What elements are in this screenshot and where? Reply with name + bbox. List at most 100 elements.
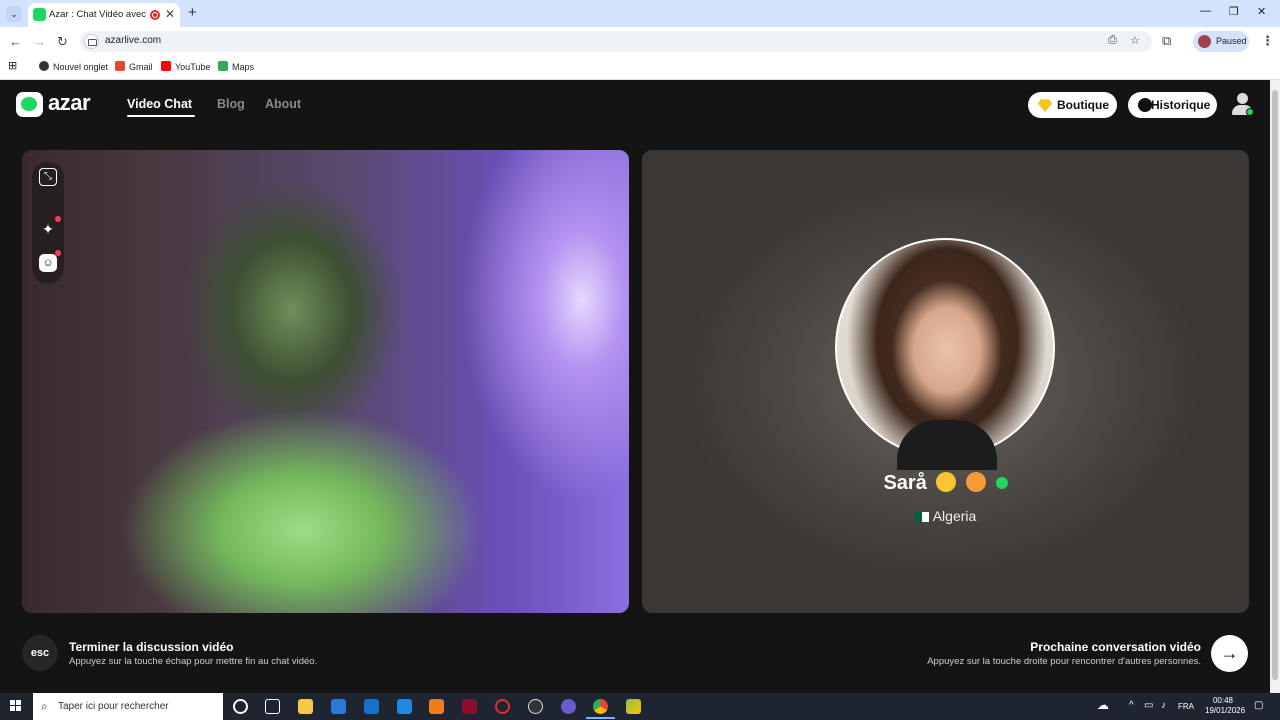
browser-tab[interactable]: Azar : Chat Vidéo avec de n ✕ (28, 3, 180, 27)
bookmark-star-icon[interactable]: ☆ (1130, 34, 1140, 47)
fullscreen-icon[interactable]: ⤡ (39, 168, 57, 186)
face-filter-icon[interactable]: ☺ (39, 254, 57, 272)
clock-icon (1138, 98, 1152, 112)
azar-logo-icon[interactable] (16, 92, 43, 117)
notification-dot (55, 216, 61, 222)
app-a-icon[interactable] (429, 699, 444, 714)
azar-logo-text[interactable]: azar (48, 90, 91, 116)
remote-video-feed: Sarå Algeria (642, 150, 1249, 613)
restore-icon[interactable]: ❐ (1229, 5, 1239, 18)
recording-icon (150, 10, 160, 20)
bookmark-label: Maps (232, 62, 255, 72)
network-icon[interactable]: ▭ (1144, 700, 1153, 711)
shop-button[interactable]: Boutique (1028, 92, 1117, 118)
bookmark-label: Gmail (129, 62, 153, 72)
nav-video-chat[interactable]: Video Chat (127, 97, 192, 111)
notifications-icon[interactable]: ▢ (1254, 700, 1263, 711)
reload-icon[interactable]: ↻ (57, 34, 68, 50)
bookmark-gmail[interactable]: Gmail (115, 61, 153, 72)
site-info-icon[interactable] (84, 34, 99, 49)
bookmark-new-tab[interactable]: Nouvel onglet (39, 61, 108, 72)
minimize-icon[interactable]: — (1200, 5, 1211, 17)
bookmark-label: YouTube (175, 62, 211, 72)
browser-tab-bar: ⌄ Azar : Chat Vidéo avec de n ✕ + — ❐ ✕ (0, 0, 1280, 27)
bookmark-youtube[interactable]: YouTube (161, 61, 210, 72)
end-chat-hint: Appuyez sur la touche échap pour mettre … (69, 656, 318, 667)
opera-icon[interactable] (495, 699, 510, 714)
weather-icon[interactable]: ☁ (1097, 698, 1109, 712)
arrow-right-icon: → (1220, 643, 1239, 663)
bookmark-maps[interactable]: Maps (218, 61, 254, 72)
azar-favicon-icon (33, 8, 46, 21)
extensions-icon[interactable]: ⧉ (1162, 33, 1171, 49)
page-scrollbar[interactable] (1270, 80, 1280, 693)
store-icon[interactable] (331, 699, 346, 714)
nav-about[interactable]: About (265, 97, 301, 111)
profile-button[interactable]: Paused (1193, 31, 1249, 52)
user-profile-icon[interactable] (1231, 93, 1254, 117)
forward-icon[interactable]: → (33, 34, 46, 49)
video-tools: ⤡ ✦ ☺ (32, 162, 64, 284)
apps-grid-icon[interactable]: ⊞ (8, 59, 17, 72)
end-chat-button[interactable]: esc (22, 635, 58, 671)
active-app-indicator (586, 717, 615, 719)
new-tab-icon[interactable]: + (188, 4, 197, 21)
remote-name: Sarå (883, 472, 927, 494)
close-window-icon[interactable]: ✕ (1257, 5, 1266, 18)
mail-app-icon[interactable] (364, 699, 379, 714)
task-view-icon[interactable] (265, 699, 280, 714)
maps-icon (218, 61, 228, 71)
self-video-feed: ⤡ ✦ ☺ (22, 150, 629, 613)
verified-badge-icon (995, 477, 1008, 489)
magic-wand-icon[interactable]: ✦ (39, 220, 57, 238)
history-button[interactable]: Historique (1128, 92, 1217, 118)
chrome-icon[interactable] (593, 699, 608, 714)
app-v-icon[interactable] (462, 699, 477, 714)
language-indicator[interactable]: FRA (1178, 702, 1194, 711)
url-text[interactable]: azarlive.com (105, 35, 161, 46)
volume-icon[interactable]: ♪ (1161, 700, 1166, 711)
next-chat-button[interactable]: → (1211, 635, 1248, 672)
scroll-thumb[interactable] (1272, 90, 1278, 680)
remote-country: Algeria (932, 508, 977, 524)
cortana-icon[interactable] (233, 699, 248, 714)
remote-avatar (835, 238, 1055, 470)
tab-title: Azar : Chat Vidéo avec de n (49, 9, 149, 20)
back-icon[interactable]: ← (9, 34, 22, 49)
algeria-flag-icon (914, 512, 929, 522)
profile-label: Paused (1216, 36, 1247, 46)
smile-halo-emoji-icon (936, 472, 957, 492)
shop-label: Boutique (1057, 98, 1109, 112)
tab-close-icon[interactable]: ✕ (165, 7, 175, 21)
search-icon: ⌕ (41, 699, 48, 713)
clock-date: 19/01/2026 (1205, 706, 1246, 715)
discord-icon[interactable] (561, 699, 576, 714)
bookmarks-bar: ⊞ Nouvel onglet Gmail YouTube Maps (0, 56, 1280, 80)
outlook-icon[interactable] (397, 699, 412, 714)
online-status-dot (1246, 108, 1254, 116)
youtube-icon (161, 61, 171, 71)
remote-name-row: Sarå (642, 472, 1249, 495)
taskbar-search[interactable]: ⌕ Taper ici pour rechercher (33, 693, 223, 720)
tab-search-icon[interactable]: ⌄ (6, 6, 22, 22)
tray-expand-icon[interactable]: ^ (1129, 700, 1134, 711)
heart-eyes-emoji-icon (965, 472, 986, 492)
gmail-icon (115, 61, 125, 71)
install-app-icon[interactable]: ⎙ (1108, 34, 1117, 47)
system-clock[interactable]: 00:48 19/01/2026 (1205, 696, 1246, 716)
gem-icon (1038, 99, 1052, 112)
azar-page: azar Video Chat Blog About Boutique Hist… (0, 80, 1270, 693)
file-explorer-icon[interactable] (298, 699, 313, 714)
next-chat-hint: Appuyez sur la touche droite pour rencon… (927, 656, 1201, 667)
omnibox[interactable]: azarlive.com ⎙ ☆ (80, 31, 1152, 52)
address-toolbar: ← → ↻ azarlive.com ⎙ ☆ ⧉ Paused ⋮ (0, 27, 1280, 56)
browser-menu-icon[interactable]: ⋮ (1261, 33, 1274, 49)
app-clock-icon[interactable] (528, 699, 543, 714)
remote-country-row: Algeria (642, 508, 1249, 524)
nav-blog[interactable]: Blog (217, 97, 245, 111)
nav-active-underline (127, 115, 195, 117)
bluestacks-icon[interactable] (626, 699, 641, 714)
windows-taskbar: ⌕ Taper ici pour rechercher ☁ ^ ▭ ♪ FRA … (0, 693, 1280, 720)
notification-dot (55, 250, 61, 256)
windows-start-icon[interactable] (10, 700, 22, 712)
